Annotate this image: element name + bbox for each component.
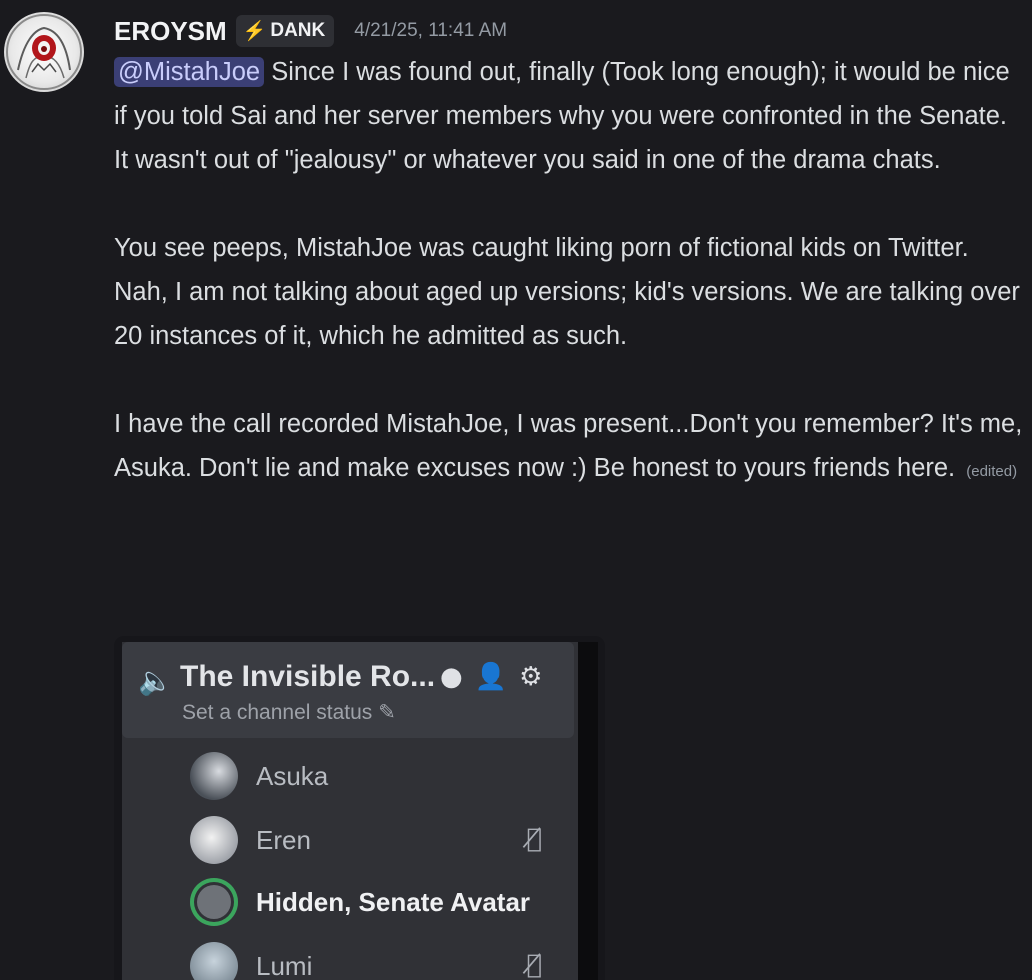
member-name: Hidden, Senate Avatar <box>256 886 531 917</box>
chat-message: EROYSM ⚡ DANK 4/21/25, 11:41 AM @MistahJ… <box>0 0 1032 980</box>
pencil-icon: ✎ <box>378 701 396 724</box>
message-paragraph-3: I have the call recorded MistahJoe, I wa… <box>114 402 1026 494</box>
message-paragraph-1: @MistahJoe Since I was found out, finall… <box>114 50 1026 182</box>
gear-icon: ⚙ <box>519 662 543 692</box>
member-avatar <box>190 878 238 926</box>
message-header: EROYSM ⚡ DANK 4/21/25, 11:41 AM <box>114 12 507 50</box>
timestamp[interactable]: 4/21/25, 11:41 AM <box>354 20 507 42</box>
channel-status: Set a channel status ✎ <box>182 700 396 725</box>
voice-channel-actions: ● 👤 ⚙ <box>440 662 542 692</box>
member-name: Asuka <box>256 760 329 791</box>
muted-microphone-icon: 🎙̸ <box>526 950 542 980</box>
voice-channel-screenshot: 🔈 The Invisible Ro... ● 👤 ⚙ Set a channe… <box>122 642 598 980</box>
member-avatar <box>190 752 238 800</box>
voice-channel-title: The Invisible Ro... <box>180 660 436 693</box>
channel-status-text: Set a channel status <box>182 701 373 724</box>
member-avatar <box>190 816 238 864</box>
voice-member: Eren 🎙̸ <box>190 812 570 868</box>
voice-member: Asuka <box>190 748 570 804</box>
voice-member: Lumi 🎙̸ <box>190 938 570 980</box>
member-name: Lumi <box>256 950 313 980</box>
message-content: @MistahJoe Since I was found out, finall… <box>114 50 1026 494</box>
voice-member: Hidden, Senate Avatar <box>190 874 570 930</box>
message-paragraph-2: You see peeps, MistahJoe was caught liki… <box>114 234 1020 350</box>
user-avatar[interactable] <box>4 12 84 92</box>
muted-microphone-icon: 🎙̸ <box>526 824 542 854</box>
avatar-image-icon <box>6 14 82 90</box>
image-attachment[interactable]: 🔈 The Invisible Ro... ● 👤 ⚙ Set a channe… <box>114 636 605 980</box>
voice-channel-header: 🔈 The Invisible Ro... ● 👤 ⚙ Set a channe… <box>122 642 574 738</box>
server-tag-label: DANK <box>270 20 326 41</box>
username[interactable]: EROYSM <box>114 16 227 47</box>
message-paragraph-3-text: I have the call recorded MistahJoe, I wa… <box>114 410 1023 482</box>
speaker-icon: 🔈 <box>138 664 173 697</box>
chat-bubble-icon: ● <box>440 662 463 692</box>
server-tag[interactable]: ⚡ DANK <box>235 15 335 47</box>
screenshot-edge <box>578 642 598 980</box>
user-mention[interactable]: @MistahJoe <box>114 57 265 87</box>
member-avatar <box>190 942 238 980</box>
lightning-bolt-icon: ⚡ <box>242 21 267 42</box>
add-user-icon: 👤 <box>474 662 508 692</box>
edited-label: (edited) <box>966 463 1018 480</box>
member-name: Eren <box>256 824 311 855</box>
